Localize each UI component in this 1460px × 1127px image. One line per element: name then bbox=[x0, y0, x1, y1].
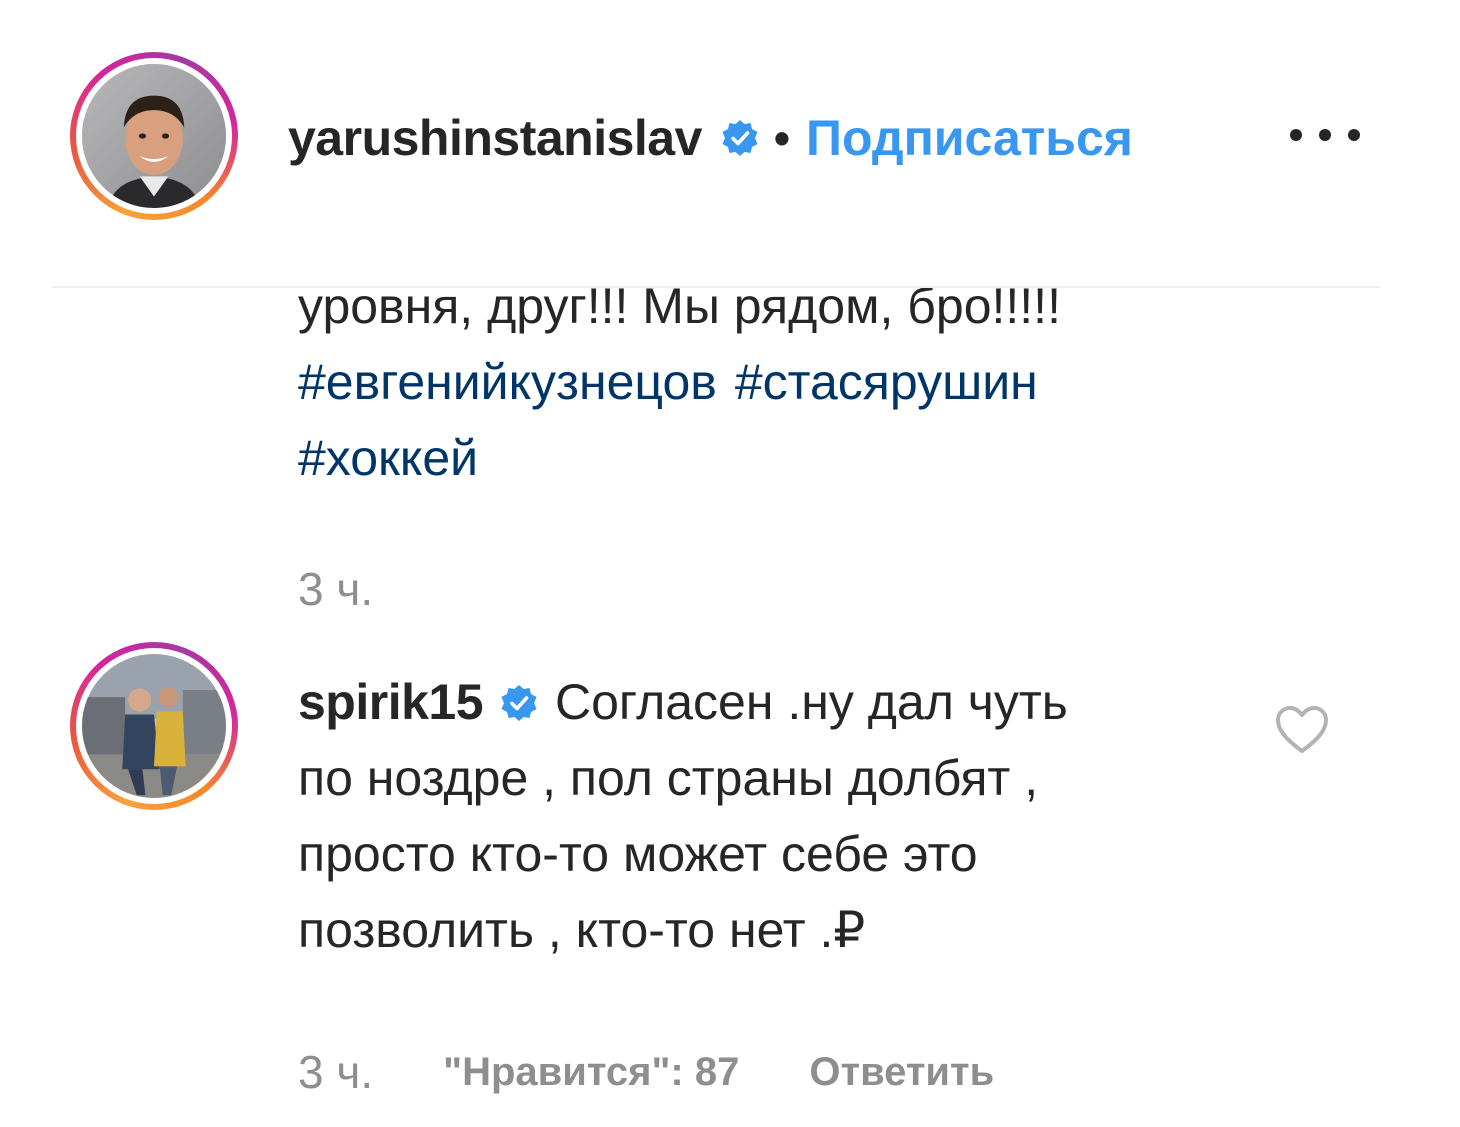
comment-first-line: spirik15 Согласен .ну дал чуть bbox=[298, 664, 1258, 740]
verified-badge-icon bbox=[499, 683, 539, 723]
verified-badge-icon bbox=[720, 118, 760, 158]
comment-text-line: позволить , кто-то нет .₽ bbox=[298, 902, 866, 958]
follow-button[interactable]: Подписаться bbox=[806, 109, 1133, 167]
commenter-username[interactable]: spirik15 bbox=[298, 674, 484, 730]
more-options-icon[interactable] bbox=[1290, 118, 1360, 152]
author-avatar[interactable] bbox=[70, 52, 238, 220]
header-divider bbox=[52, 286, 1380, 288]
comment-likes-count[interactable]: "Нравится": 87 bbox=[443, 1050, 739, 1095]
comment-body: spirik15 Согласен .ну дал чуть по ноздре … bbox=[298, 664, 1258, 968]
caption-hashtags-line-2: #хоккей bbox=[298, 420, 1258, 496]
comment-text-line: Согласен .ну дал чуть bbox=[555, 674, 1068, 730]
header-user-row: yarushinstanislav • Подписаться bbox=[288, 106, 1133, 170]
post-caption: уровня, друг!!! Мы рядом, бро!!!!! #евге… bbox=[298, 268, 1258, 496]
comment-timestamp[interactable]: 3 ч. bbox=[298, 1045, 373, 1099]
hashtag-link[interactable]: #хоккей bbox=[298, 430, 478, 486]
author-username[interactable]: yarushinstanislav bbox=[288, 109, 702, 167]
author-avatar-image bbox=[82, 64, 226, 208]
comment-meta-row: 3 ч. "Нравится": 87 Ответить bbox=[298, 1040, 994, 1104]
hashtag-link[interactable]: #стасярушин bbox=[735, 354, 1038, 410]
reply-button[interactable]: Ответить bbox=[809, 1050, 994, 1095]
header-separator: • bbox=[773, 112, 791, 164]
comment-text-line: просто кто-то может себе это bbox=[298, 826, 978, 882]
comment-text-line: по ноздре , пол страны долбят , bbox=[298, 750, 1039, 806]
hashtag-link[interactable]: #евгенийкузнецов bbox=[298, 354, 717, 410]
commenter-avatar-image bbox=[82, 654, 226, 798]
heart-outline-icon[interactable] bbox=[1274, 704, 1330, 756]
post-header: yarushinstanislav • Подписаться bbox=[0, 0, 1460, 286]
commenter-avatar[interactable] bbox=[70, 642, 238, 810]
caption-hashtags-line-1: #евгенийкузнецов #стасярушин bbox=[298, 344, 1258, 420]
caption-timestamp[interactable]: 3 ч. bbox=[298, 562, 373, 616]
